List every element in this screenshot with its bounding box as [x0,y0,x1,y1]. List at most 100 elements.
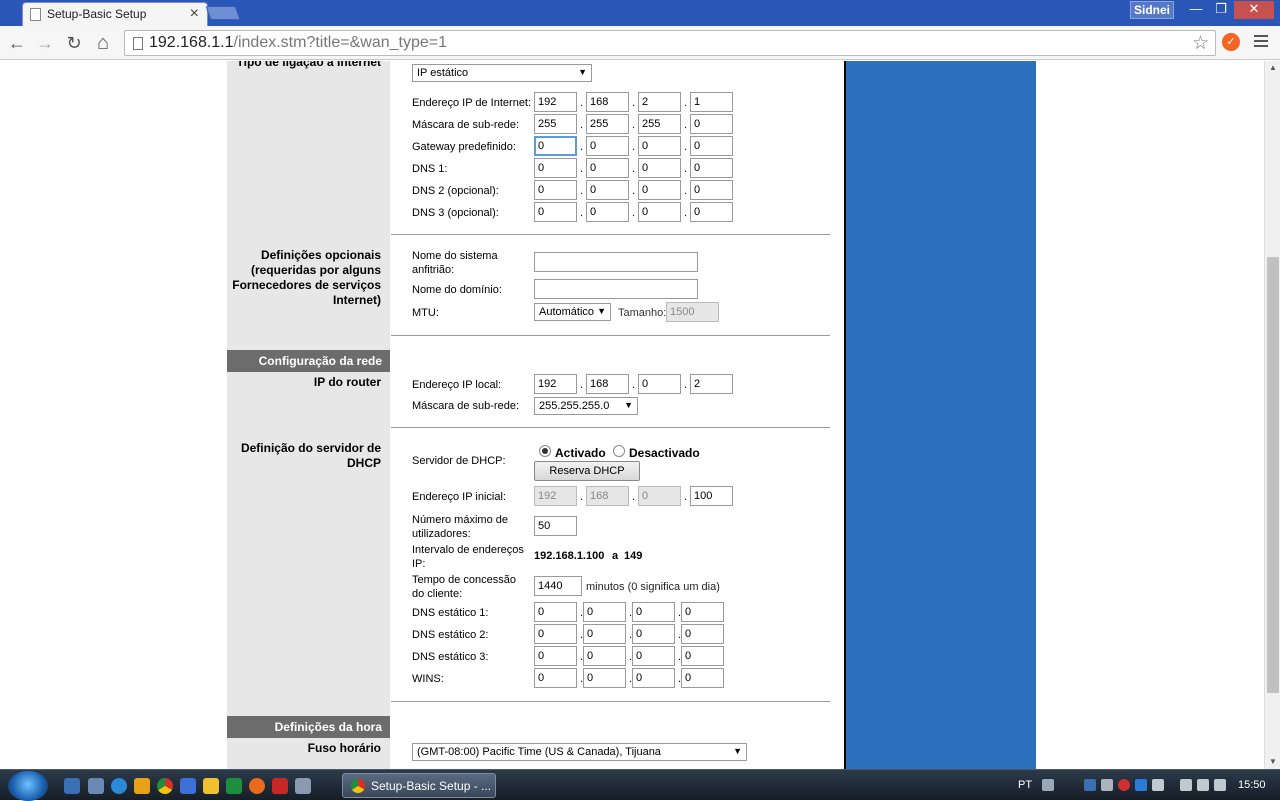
tray-app-icon[interactable] [1084,779,1096,791]
ip-octet-field[interactable] [583,602,626,622]
ip-octet-field[interactable] [690,136,733,156]
ip-octet-field[interactable] [534,92,577,112]
ip-octet-field[interactable] [583,646,626,666]
gmail-icon[interactable] [272,778,288,794]
ip-octet-field[interactable] [638,202,681,222]
ip-octet-field[interactable] [638,136,681,156]
internet-type-select[interactable]: IP estático ▼ [412,64,592,82]
network-icon[interactable] [1197,779,1209,791]
ip-octet-field[interactable] [690,180,733,200]
ip-octet-field[interactable] [534,624,577,644]
address-bar[interactable]: 192.168.1.1/index.stm?title=&wan_type=1 … [124,30,1216,56]
ip-octet-field[interactable] [586,486,629,506]
bookmark-star-icon[interactable]: ☆ [1192,32,1209,55]
scroll-thumb[interactable] [1267,257,1279,693]
clock[interactable]: 15:50 [1238,779,1266,791]
desktop-icon[interactable] [64,778,80,794]
power-icon[interactable] [1180,779,1192,791]
tray-tool-icon[interactable] [1152,779,1164,791]
ip-octet-field[interactable] [638,374,681,394]
ip-octet-field[interactable] [534,202,577,222]
tab-close-icon[interactable]: × [190,5,199,23]
close-window-button[interactable]: ✕ [1234,1,1274,19]
ip-octet-field[interactable] [690,114,733,134]
docs-icon[interactable] [180,778,196,794]
app-icon[interactable] [295,778,311,794]
dhcp-disabled-radio[interactable] [613,445,625,457]
minimize-button[interactable]: — [1183,1,1209,19]
ip-octet-field[interactable] [586,92,629,112]
chrome-menu-icon[interactable] [1252,32,1270,52]
ip-octet-field[interactable] [638,486,681,506]
ip-octet-field[interactable] [690,158,733,178]
chrome-icon[interactable] [157,778,173,794]
tray-alert-icon[interactable] [1118,779,1130,791]
tray-shield-icon[interactable] [1135,779,1147,791]
lease-time-field[interactable] [534,576,582,596]
ip-octet-field[interactable] [681,602,724,622]
firefox-icon[interactable] [249,778,265,794]
ip-octet-field[interactable] [534,486,577,506]
ip-octet-field[interactable] [534,668,577,688]
reload-button[interactable]: ↻ [63,32,85,54]
back-button[interactable]: ← [6,32,28,54]
mtu-select[interactable]: Automático ▼ [534,303,611,321]
ip-octet-field[interactable] [534,602,577,622]
ip-octet-field[interactable] [583,668,626,688]
ip-octet-field[interactable] [681,646,724,666]
dhcp-enabled-radio[interactable] [539,445,551,457]
ip-octet-field[interactable] [534,158,577,178]
extension-icon[interactable]: ✓ [1222,33,1240,51]
internet-explorer-icon[interactable] [111,778,127,794]
home-button[interactable]: ⌂ [92,32,114,54]
domain-field[interactable] [534,279,698,299]
keyboard-icon[interactable] [1042,779,1054,791]
ip-octet-field[interactable] [638,92,681,112]
restore-button[interactable]: ❐ [1208,1,1234,19]
ip-octet-field[interactable] [586,114,629,134]
ip-octet-field[interactable] [690,374,733,394]
language-indicator[interactable]: PT [1018,779,1032,791]
ip-octet-field[interactable] [583,624,626,644]
browser-tab[interactable]: Setup-Basic Setup × [22,2,208,26]
scroll-up-icon[interactable]: ▲ [1265,61,1280,75]
ip-octet-field[interactable] [586,136,629,156]
page-scrollbar[interactable]: ▲ ▼ [1264,61,1280,769]
start-button[interactable] [8,771,48,801]
ip-octet-field[interactable] [534,114,577,134]
explorer-icon[interactable] [88,778,104,794]
ip-octet-field[interactable] [638,180,681,200]
ip-octet-field[interactable] [632,624,675,644]
media-player-icon[interactable] [134,778,150,794]
dhcp-reservation-button[interactable]: Reserva DHCP [534,461,640,481]
ip-octet-field[interactable] [690,92,733,112]
ip-octet-field[interactable] [690,486,733,506]
ip-octet-field[interactable] [632,668,675,688]
volume-icon[interactable] [1214,779,1226,791]
ip-octet-field[interactable] [638,114,681,134]
mtu-size-field[interactable] [666,302,719,322]
profile-button[interactable]: Sidnei [1130,1,1174,19]
ip-octet-field[interactable] [690,202,733,222]
ip-octet-field[interactable] [681,668,724,688]
max-users-field[interactable] [534,516,577,536]
ip-octet-field[interactable] [586,158,629,178]
taskbar-task-chrome[interactable]: Setup-Basic Setup - ... [342,773,496,798]
forward-button[interactable]: → [34,32,56,54]
local-mask-select[interactable]: 255.255.255.0 ▼ [534,397,638,415]
ip-octet-field[interactable] [681,624,724,644]
tray-printer-icon[interactable] [1101,779,1113,791]
ip-octet-field[interactable] [638,158,681,178]
scroll-down-icon[interactable]: ▼ [1265,755,1280,769]
new-tab-button[interactable] [205,6,241,20]
folder-icon[interactable] [203,778,219,794]
ip-octet-field[interactable] [586,374,629,394]
ip-octet-field[interactable] [632,646,675,666]
ip-octet-field[interactable] [534,136,577,156]
time-zone-select[interactable]: (GMT-08:00) Pacific Time (US & Canada), … [412,743,747,761]
ip-octet-field[interactable] [534,646,577,666]
ip-octet-field[interactable] [534,180,577,200]
hostname-field[interactable] [534,252,698,272]
ip-octet-field[interactable] [632,602,675,622]
ip-octet-field[interactable] [586,180,629,200]
